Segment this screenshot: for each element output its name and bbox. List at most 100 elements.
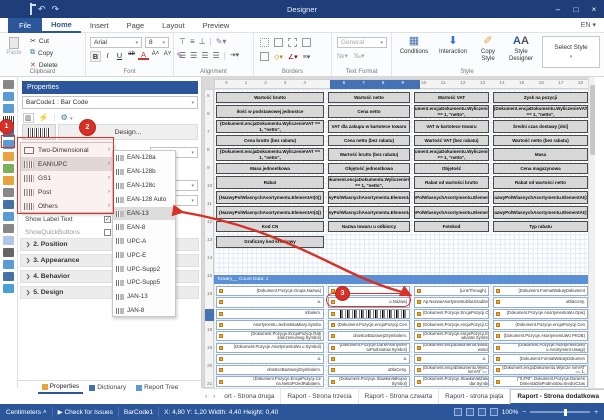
border-style-icon[interactable] (260, 52, 269, 61)
units-selector[interactable]: Centimeters ˄ (6, 409, 47, 416)
submenu-item-upc-e[interactable]: UPC-E (113, 248, 175, 262)
data-cell[interactable]: dnostceBazowej2Symbolem. (216, 365, 324, 375)
header-cell[interactable]: Masa jednostkowa (216, 163, 324, 174)
cross-band-component-icon[interactable] (3, 272, 14, 281)
italic-button[interactable]: I (102, 51, 113, 62)
check-for-issues-button[interactable]: ▶ Check for Issues (58, 408, 113, 416)
menu-item-others[interactable]: Others› (21, 199, 113, 213)
header-cell[interactable]: Ilość w podstawowej jednostce (216, 105, 324, 118)
multi-page-view-icon[interactable] (466, 408, 474, 416)
header-cell[interactable]: Cena brutto (bez rabatu) (216, 135, 324, 146)
menu-item-post[interactable]: Post› (21, 185, 113, 199)
copy-page-icon[interactable] (3, 92, 14, 101)
show-label-text-checkbox[interactable]: ✓ (104, 216, 111, 223)
font-color-button[interactable]: A (138, 51, 149, 60)
data-cell[interactable]: {"0,##0", Dokument.Pozycje.DaneAs Diment… (493, 376, 588, 386)
submenu-item-ean-128a[interactable]: EAN-128a (113, 151, 175, 165)
tab-home[interactable]: Home (42, 18, 81, 33)
zoom-slider[interactable] (530, 411, 590, 413)
border-all-icon[interactable] (274, 38, 283, 47)
tab-report-tree[interactable]: Report Tree (132, 382, 182, 393)
header-cell[interactable]: VAT w kartotece towaru (414, 120, 489, 133)
border-top-icon[interactable] (260, 38, 269, 47)
data-cell[interactable]: {Dokument.Pozycje.EncjaPozycji.Ce na.Net… (216, 376, 324, 386)
header-cell[interactable]: Masa (493, 148, 588, 161)
align-bottom-icon[interactable]: ⊥ (199, 37, 206, 46)
table-component-icon[interactable] (3, 200, 14, 209)
text-angle-icon[interactable]: ✎▾ (216, 37, 227, 46)
data-cell[interactable]: {Dokument.Pozycje.encjaPozycji.Cen (493, 320, 588, 330)
sheet-tab-raport-strona-dodatkowa[interactable]: Raport - Strona dodatkowa (510, 389, 604, 405)
data-cell[interactable]: {LineThrough} (414, 286, 489, 296)
tab-file[interactable]: File (8, 18, 42, 33)
data-cell[interactable]: a. (414, 354, 489, 364)
submenu-item-jan-13[interactable]: JAN-13 (113, 290, 175, 304)
single-page-view-icon[interactable] (454, 408, 462, 416)
justify-icon[interactable]: ☰ (213, 51, 220, 60)
chart-component-icon[interactable] (3, 152, 14, 161)
zoom-in-icon[interactable]: + (594, 409, 598, 416)
object-selector-combo[interactable]: BarCode1 : Bar Code▾ (22, 96, 198, 109)
barcode-preview[interactable] (22, 124, 56, 140)
whole-page-view-icon[interactable] (490, 408, 498, 416)
header-cell[interactable]: Wartość VAT (bez rabatu) (414, 135, 489, 146)
header-cell[interactable]: {NazwyPolWlasnychAsortymentu.ElementAt(7… (493, 206, 588, 219)
submenu-item-ean-8[interactable]: EAN-8 (113, 220, 175, 234)
data-cell[interactable]: uDlaCeny. (493, 297, 588, 307)
scrollbar-thumb[interactable] (590, 85, 595, 155)
scroll-tabs-left-icon[interactable]: ‹ (202, 393, 210, 400)
header-cell[interactable]: {NazwyPolWlasnychAsortymentu.ElementAt(5… (328, 206, 410, 219)
tab-page[interactable]: Page (118, 18, 154, 33)
percent-format-icon[interactable]: ‰▾ (354, 52, 365, 60)
header-cell[interactable]: Wartość netto (bez rabatu) (493, 135, 588, 146)
font-size-combo[interactable]: 8▾ (145, 37, 169, 48)
currency-format-icon[interactable]: №▾ (337, 52, 348, 60)
tab-layout[interactable]: Layout (153, 18, 194, 33)
clone-component-icon[interactable] (3, 104, 14, 113)
header-cell[interactable]: Kod CN (216, 221, 324, 232)
data-cell[interactable]: mbolem. (216, 309, 324, 319)
barcode-object[interactable] (340, 310, 407, 318)
header-cell[interactable]: {Dokument.encjaDokumentu.WyliczenieVAT =… (414, 105, 489, 118)
image-component-icon[interactable] (3, 176, 14, 185)
symbol-component-icon[interactable] (3, 284, 14, 293)
header-cell[interactable]: Objętość (414, 163, 489, 174)
header-cell[interactable]: {NazwyPolWlasnychAsortymentu.ElementAt(2… (414, 191, 489, 204)
copy-style-button[interactable]: ✐Copy Style (474, 35, 502, 62)
data-cell[interactable]: a. (328, 354, 410, 364)
data-cell[interactable]: {Dokument.Pozycje.AsortymentuWu.Opis} (493, 309, 588, 319)
grow-font-button[interactable]: A˄ (150, 51, 161, 62)
header-cell[interactable]: Zysk na pozycji (493, 92, 588, 103)
paste-button[interactable]: Paste (4, 37, 24, 65)
submenu-item-upc-a[interactable]: UPC-A (113, 234, 175, 248)
header-cell[interactable]: Nazwa towaru u odbiorcy (328, 221, 410, 232)
font-family-combo[interactable]: Arial▾ (90, 37, 142, 48)
data-cell[interactable]: {Dokument.Pozycje.AsortymentuWu u.Symbol… (216, 343, 324, 353)
data-cell[interactable]: {Dokument.Pozycje.StawkaVatZakup dar.Sym… (414, 376, 489, 386)
submenu-item-ean-128b[interactable]: EAN-128b (113, 165, 175, 179)
data-cell[interactable]: Asortymentu.JednostkaMiary.Symbo (216, 320, 324, 330)
text-format-combo[interactable]: General▾ (337, 37, 387, 48)
indent-icon[interactable]: ⇥▾ (230, 51, 239, 60)
header-cell[interactable]: Wartość netto (328, 92, 410, 103)
vertical-scrollbar[interactable] (588, 77, 595, 388)
header-cell[interactable]: Cena magazynowa (493, 163, 588, 174)
submenu-item-upc-supp2[interactable]: UPC-Supp2 (113, 262, 175, 276)
scroll-tabs-right-icon[interactable]: › (210, 393, 218, 400)
header-cell[interactable]: {NazwyPolWlasnychAsortymentu.ElementAt(1… (328, 191, 410, 204)
header-cell[interactable]: {Dokument.encjaDokumentu.WyliczenieVAT =… (216, 120, 324, 133)
header-cell[interactable]: {Dokument.encjaDokumentu.WyliczenieVAT =… (328, 176, 410, 189)
header-cell[interactable]: VAT dla zakupu w kartotece towaru (328, 120, 410, 133)
design-button[interactable]: Design... (58, 124, 198, 140)
submenu-item-ean-128-auto[interactable]: EAN-128 Auto (113, 193, 175, 207)
data-cell[interactable]: {Dokument.FormatWalutyDokument (493, 286, 588, 296)
shrink-font-button[interactable]: A˅ (162, 51, 173, 62)
data-cell[interactable]: {Dokument.Pozycje.AsortymentuWu PKOB} (493, 331, 588, 341)
sheet-tab-raport-strona-czwarta[interactable]: Raport - Strona czwarta (359, 389, 439, 405)
data-cell[interactable]: {Dokument.encjaDokumentu.Wlasci wosci} (414, 343, 489, 353)
data-cell[interactable]: a. (216, 354, 324, 364)
menu-item-two-dimensional[interactable]: Two-Dimensional› (21, 143, 113, 157)
sheet-tab-ort-strona-druga[interactable]: ort - Strona druga (218, 389, 281, 405)
zoom-slider-knob[interactable] (564, 409, 567, 416)
style-designer-button[interactable]: AAStyle Designer (504, 35, 538, 62)
